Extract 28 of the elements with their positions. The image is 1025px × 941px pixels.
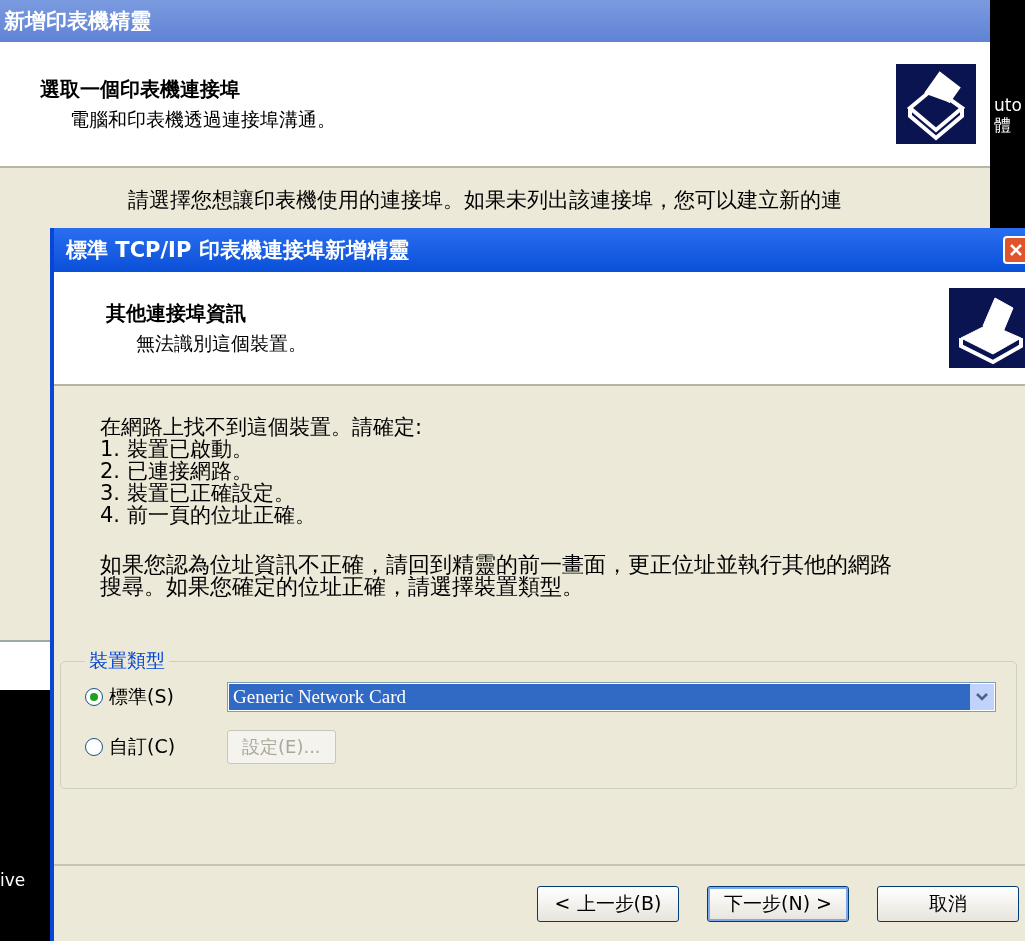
checklist-item: 1. 裝置已啟動。	[100, 438, 254, 460]
taskbar-text: ive	[0, 870, 26, 890]
checklist-item: 2. 已連接網路。	[100, 460, 253, 482]
close-button[interactable]	[1003, 236, 1025, 264]
intro-text: 在網路上找不到這個裝置。請確定:	[100, 416, 424, 438]
window-title: 新增印表機精靈	[0, 0, 990, 42]
wizard-button[interactable]: < 上一步(B)	[537, 886, 679, 922]
header-subtitle: 無法識別這個裝置。	[135, 330, 307, 356]
wizard-button[interactable]: 取消	[877, 886, 1019, 922]
dialog-title: 標準 TCP/IP 印表機連接埠新增精靈	[66, 237, 409, 264]
group-legend: 裝置類型	[85, 648, 169, 674]
wizard-button[interactable]: 下一步(N) >	[707, 886, 849, 922]
radio-label[interactable]: 標準(S)	[109, 684, 174, 710]
checklist-item: 3. 裝置已正確設定。	[100, 482, 296, 504]
header-subtitle: 電腦和印表機透過連接埠溝通。	[69, 106, 336, 132]
desktop-icon-label: 體	[994, 115, 1012, 135]
radio-button[interactable]	[85, 688, 103, 706]
checklist-item: 4. 前一頁的位址正確。	[100, 504, 317, 526]
advice-text: 如果您認為位址資訊不正確，請回到精靈的前一畫面，更正位址並執行其他的網路搜尋。如果您確定的位址正確，請選擇裝置類型。	[100, 554, 893, 598]
header-title: 選取一個印表機連接埠	[40, 75, 241, 103]
radio-button[interactable]	[85, 738, 103, 756]
instruction-text: 請選擇您想讓印表機使用的連接埠。如果未列出該連接埠，您可以建立新的連	[127, 187, 843, 214]
close-icon	[1010, 244, 1022, 256]
header-title: 其他連接埠資訊	[106, 299, 247, 327]
device-dropdown[interactable]: Generic Network Card	[227, 682, 996, 712]
radio-label[interactable]: 自訂(C)	[109, 734, 176, 760]
printer-icon	[896, 64, 976, 144]
desktop-icon-label: uto	[994, 95, 1022, 115]
